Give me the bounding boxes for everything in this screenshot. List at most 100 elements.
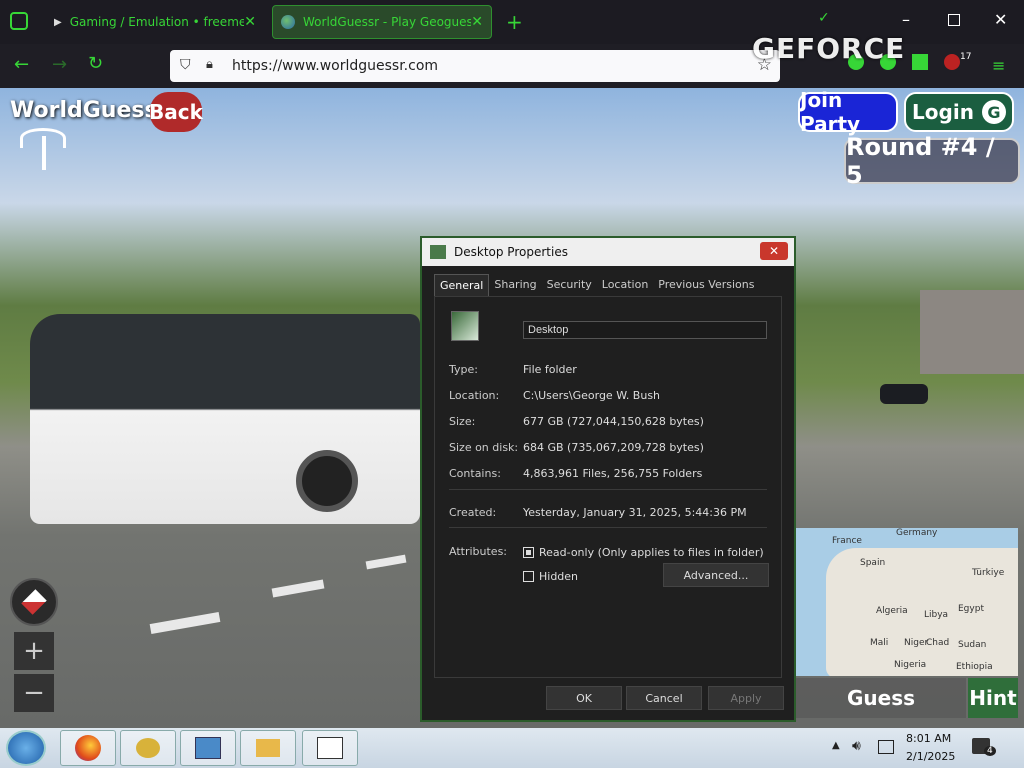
login-button[interactable]: Login G [904, 92, 1014, 132]
contains-value: 4,863,961 Files, 256,755 Folders [523, 467, 703, 480]
zoom-out-button[interactable]: − [14, 674, 54, 712]
zoom-in-button[interactable]: + [14, 632, 54, 670]
tab-label: WorldGuessr - Play Geoguessr f [303, 15, 472, 29]
map-label: Türkiye [972, 568, 1005, 578]
desktop-folder-icon [451, 311, 479, 341]
attributes-label: Attributes: [449, 545, 508, 558]
guess-minimap[interactable]: Germany France Spain Türkiye Algeria Lib… [796, 528, 1018, 676]
taskbar-computer[interactable] [180, 730, 236, 766]
speaker-icon[interactable]: 🔊︎ [852, 738, 861, 754]
apply-button[interactable]: Apply [708, 686, 784, 710]
map-label: Spain [860, 558, 886, 568]
compass-button[interactable] [10, 578, 58, 626]
reload-icon[interactable]: ↻ [88, 53, 103, 74]
type-value: File folder [523, 363, 577, 376]
signal-icon [20, 128, 70, 172]
play-icon: ▶ [54, 16, 62, 28]
created-value: Yesterday, January 31, 2025, 5:44:36 PM [523, 506, 747, 519]
hidden-checkbox[interactable] [523, 571, 534, 582]
address-bar[interactable]: ⛉ 🔒︎ https://www.worldguessr.com ☆ [170, 50, 780, 82]
map-label: France [832, 536, 862, 546]
map-label: Chad [926, 638, 950, 648]
map-label: Germany [896, 528, 938, 538]
close-tab-icon[interactable]: ✕ [244, 14, 256, 30]
dialog-titlebar[interactable]: Desktop Properties ✕ [422, 238, 794, 266]
back-arrow-icon[interactable]: ← [14, 54, 29, 75]
hamburger-menu-icon[interactable]: ≡ [992, 56, 1005, 75]
desktop-properties-dialog: Desktop Properties ✕ General Sharing Sec… [420, 236, 796, 722]
map-label: Libya [924, 610, 949, 620]
tab-previous-versions[interactable]: Previous Versions [653, 274, 759, 296]
tab-security[interactable]: Security [542, 274, 597, 296]
chevron-down-icon[interactable]: ✓ [818, 10, 830, 26]
bus-wheel [296, 450, 358, 512]
clock-time[interactable]: 8:01 AM [906, 732, 951, 745]
taskbar-app[interactable] [120, 730, 176, 766]
tab-worldguessr[interactable]: WorldGuessr - Play Geoguessr f ✕ [272, 5, 492, 39]
notification-count-badge: 17 [960, 52, 972, 62]
lock-icon: 🔒︎ [206, 57, 213, 72]
clock-date[interactable]: 2/1/2025 [906, 750, 955, 763]
location-value: C:\Users\George W. Bush [523, 389, 661, 402]
size-value: 677 GB (727,044,150,628 bytes) [523, 415, 704, 428]
map-label: Egypt [958, 604, 984, 614]
divider [449, 489, 767, 490]
start-button[interactable] [6, 730, 46, 766]
back-button[interactable]: Back [149, 92, 203, 132]
forward-arrow-icon[interactable]: → [52, 54, 67, 75]
contains-label: Contains: [449, 467, 501, 480]
folder-icon [430, 245, 446, 259]
tab-gaming-emulation[interactable]: ▶ Gaming / Emulation • freemedi ✕ [46, 5, 264, 39]
tab-list-icon[interactable] [10, 12, 28, 30]
maximize-icon[interactable] [948, 14, 960, 26]
tab-general[interactable]: General [434, 274, 490, 296]
tab-sharing[interactable]: Sharing [489, 274, 541, 296]
firefox-icon [75, 735, 101, 761]
puzzle-icon[interactable] [912, 54, 928, 70]
folder-name-input[interactable] [523, 321, 767, 339]
road-marking [271, 579, 325, 598]
advanced-button[interactable]: Advanced... [663, 563, 769, 587]
google-icon: G [981, 100, 1006, 124]
ok-button[interactable]: OK [546, 686, 622, 710]
map-label: Niger [904, 638, 929, 648]
guess-button[interactable]: Guess [796, 678, 966, 718]
minimize-icon[interactable]: – [902, 10, 910, 29]
taskbar-firefox[interactable] [60, 730, 116, 766]
taskbar-explorer[interactable] [240, 730, 296, 766]
geforce-logo: GEFORCE [752, 32, 906, 65]
new-tab-icon[interactable]: + [506, 10, 523, 34]
tray-chevron-icon[interactable]: ▲ [832, 740, 840, 751]
url-text: https://www.worldguessr.com [232, 58, 439, 74]
worldguessr-brand: WorldGuessr [10, 98, 169, 123]
action-center-count: 4 [984, 746, 996, 756]
tab-label: Gaming / Emulation • freemedi [69, 15, 245, 29]
round-indicator: Round #4 / 5 [844, 133, 1020, 189]
map-label: Nigeria [894, 660, 927, 670]
size-on-disk-value: 684 GB (735,067,209,728 bytes) [523, 441, 704, 454]
map-label: Algeria [876, 606, 908, 616]
network-icon[interactable] [878, 740, 894, 754]
join-party-button[interactable]: Join Party [798, 88, 898, 136]
hidden-label: Hidden [539, 570, 579, 583]
computer-icon [195, 737, 221, 759]
map-label: Sudan [958, 640, 987, 650]
ublock-icon[interactable] [944, 54, 960, 70]
window-icon [317, 737, 343, 759]
cancel-button[interactable]: Cancel [626, 686, 702, 710]
type-label: Type: [449, 363, 478, 376]
close-tab-icon[interactable]: ✕ [471, 14, 483, 30]
car-image [880, 384, 928, 404]
tab-location[interactable]: Location [597, 274, 654, 296]
shield-icon: ⛉ [180, 57, 191, 73]
close-window-icon[interactable]: ✕ [994, 10, 1007, 29]
divider [449, 527, 767, 528]
globe-icon [281, 15, 295, 29]
close-dialog-button[interactable]: ✕ [760, 242, 788, 260]
road-marking [365, 554, 407, 570]
hint-button[interactable]: Hint [968, 678, 1018, 718]
dialog-tabs: General Sharing Security Location Previo… [434, 274, 759, 296]
readonly-label: Read-only (Only applies to files in fold… [539, 546, 764, 559]
taskbar-properties[interactable] [302, 730, 358, 766]
readonly-checkbox[interactable] [523, 547, 534, 558]
